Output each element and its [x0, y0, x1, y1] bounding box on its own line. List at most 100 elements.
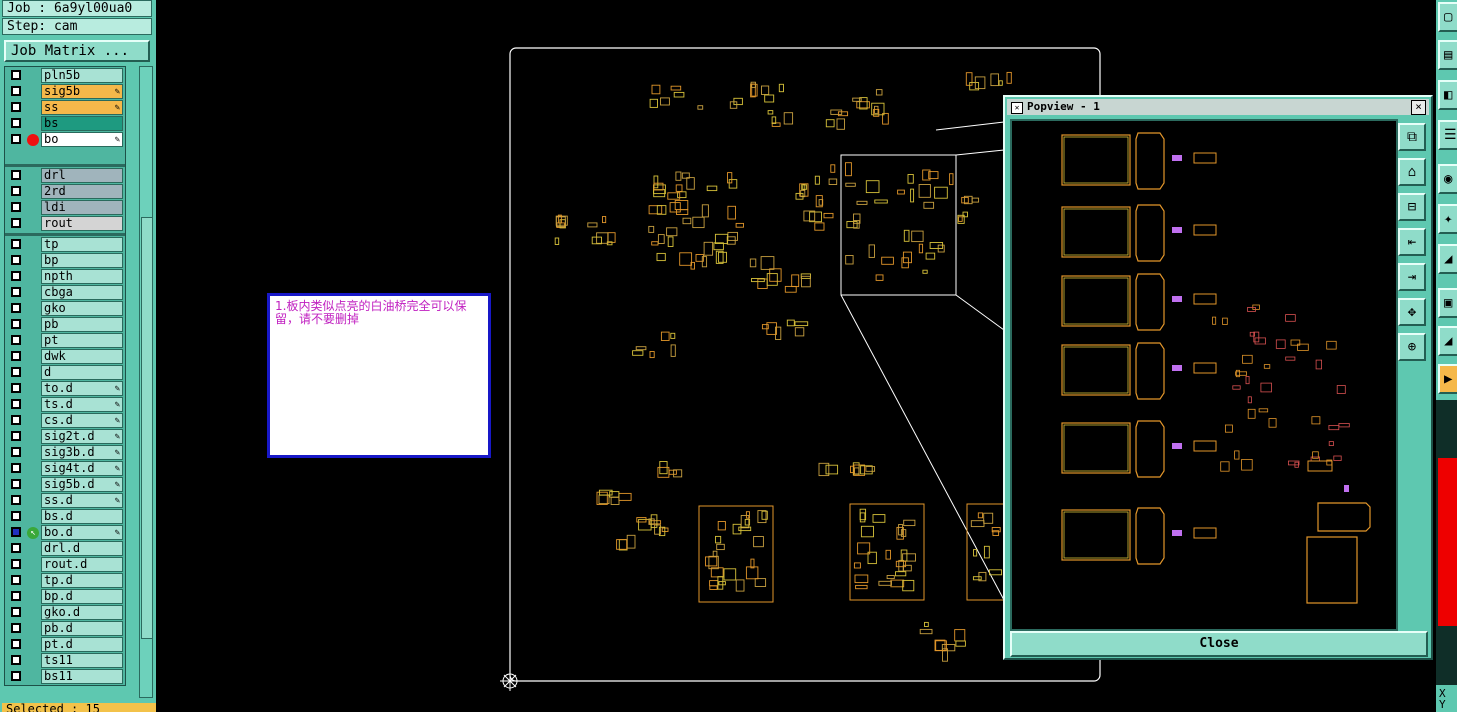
- layer-row-pln5b[interactable]: pln5b: [5, 68, 125, 84]
- layer-name[interactable]: tp.d: [41, 573, 123, 588]
- layer-row-drl-d[interactable]: drl.d: [5, 541, 125, 557]
- layer-row-dwk[interactable]: dwk: [5, 349, 125, 365]
- close-button[interactable]: Close: [1010, 631, 1428, 657]
- layer-row-pt[interactable]: pt: [5, 333, 125, 349]
- pan-down-icon[interactable]: ⊟: [1398, 193, 1426, 221]
- layer-checkbox[interactable]: [11, 463, 21, 473]
- layer-row-cs-d[interactable]: cs.d ✎: [5, 413, 125, 429]
- layer-checkbox[interactable]: [11, 102, 21, 112]
- layer-checkbox[interactable]: [11, 431, 21, 441]
- layer-row-bo-d[interactable]: ↖ bo.d ✎: [5, 525, 125, 541]
- tool-button-8[interactable]: ▣: [1438, 288, 1457, 318]
- layer-name[interactable]: ss.d ✎: [41, 493, 123, 508]
- layer-checkbox[interactable]: [11, 271, 21, 281]
- tool-button-2[interactable]: ▤: [1438, 40, 1457, 70]
- layer-row-bp[interactable]: bp: [5, 253, 125, 269]
- layer-name[interactable]: gko.d: [41, 605, 123, 620]
- layer-name[interactable]: sig5b.d ✎: [41, 477, 123, 492]
- layer-name[interactable]: cs.d ✎: [41, 413, 123, 428]
- layer-name[interactable]: ts.d ✎: [41, 397, 123, 412]
- pan-up-icon[interactable]: ⌂: [1398, 158, 1426, 186]
- layer-name[interactable]: bo.d ✎: [41, 525, 123, 540]
- layer-row-tp-d[interactable]: tp.d: [5, 573, 125, 589]
- layer-checkbox[interactable]: [11, 287, 21, 297]
- layer-name[interactable]: tp: [41, 237, 123, 252]
- layer-checkbox[interactable]: [11, 399, 21, 409]
- layer-name[interactable]: bp.d: [41, 589, 123, 604]
- popview-titlebar[interactable]: ✕ Popview - 1 ×: [1007, 99, 1429, 115]
- layer-name[interactable]: bs11: [41, 669, 123, 684]
- layer-name[interactable]: dwk: [41, 349, 123, 364]
- layer-row-gko-d[interactable]: gko.d: [5, 605, 125, 621]
- layer-name[interactable]: rout: [41, 216, 123, 231]
- layer-row-rout[interactable]: rout: [5, 216, 125, 232]
- layer-name[interactable]: sig4t.d ✎: [41, 461, 123, 476]
- layer-checkbox[interactable]: [11, 186, 21, 196]
- tool-button-1[interactable]: ▢: [1438, 2, 1457, 32]
- layer-name[interactable]: 2rd: [41, 184, 123, 199]
- layer-checkbox[interactable]: [11, 511, 21, 521]
- layer-name[interactable]: pt.d: [41, 637, 123, 652]
- layer-checkbox[interactable]: [11, 575, 21, 585]
- layer-row-sig4t-d[interactable]: sig4t.d ✎: [5, 461, 125, 477]
- layer-name[interactable]: pt: [41, 333, 123, 348]
- layer-checkbox[interactable]: [11, 415, 21, 425]
- layer-name[interactable]: sig3b.d ✎: [41, 445, 123, 460]
- pan-left-icon[interactable]: ⇤: [1398, 228, 1426, 256]
- layer-checkbox[interactable]: [11, 671, 21, 681]
- layer-checkbox[interactable]: [11, 134, 21, 144]
- layer-checkbox[interactable]: [11, 202, 21, 212]
- layer-checkbox[interactable]: [11, 639, 21, 649]
- layer-checkbox[interactable]: [11, 335, 21, 345]
- layer-row-sig3b-d[interactable]: sig3b.d ✎: [5, 445, 125, 461]
- layer-checkbox[interactable]: [11, 479, 21, 489]
- layer-checkbox[interactable]: [11, 170, 21, 180]
- layer-checkbox[interactable]: [11, 118, 21, 128]
- layer-checkbox[interactable]: [11, 255, 21, 265]
- layer-row-pb-d[interactable]: pb.d: [5, 621, 125, 637]
- layer-checkbox[interactable]: [11, 70, 21, 80]
- layer-row-sig2t-d[interactable]: sig2t.d ✎: [5, 429, 125, 445]
- window-menu-icon[interactable]: ✕: [1011, 102, 1023, 114]
- tool-button-5[interactable]: ◉: [1438, 164, 1457, 194]
- zoom-home-icon[interactable]: ⧉: [1398, 123, 1426, 151]
- layer-name[interactable]: ldi: [41, 200, 123, 215]
- layer-name[interactable]: pln5b: [41, 68, 123, 83]
- layer-row-bo[interactable]: bo ✎: [5, 132, 125, 148]
- layer-name[interactable]: bs.d: [41, 509, 123, 524]
- layer-name[interactable]: d: [41, 365, 123, 380]
- layer-row-d[interactable]: d: [5, 365, 125, 381]
- layer-checkbox[interactable]: [11, 559, 21, 569]
- layer-checkbox[interactable]: [11, 86, 21, 96]
- layer-row-rout-d[interactable]: rout.d: [5, 557, 125, 573]
- layer-checkbox[interactable]: [11, 239, 21, 249]
- layer-row-to-d[interactable]: to.d ✎: [5, 381, 125, 397]
- layer-row-sig5b[interactable]: sig5b ✎: [5, 84, 125, 100]
- layer-list-scrollbar[interactable]: [139, 66, 153, 698]
- tool-button-10[interactable]: ▶: [1438, 364, 1457, 394]
- layer-row-2rd[interactable]: 2rd: [5, 184, 125, 200]
- layer-row-pt-d[interactable]: pt.d: [5, 637, 125, 653]
- layer-name[interactable]: npth: [41, 269, 123, 284]
- work-layer-icon[interactable]: ↖: [27, 527, 39, 539]
- note-box[interactable]: 1.板内类似点亮的白油桥完全可以保留，请不要删掉: [267, 293, 491, 458]
- zoom-center-icon[interactable]: ⊕: [1398, 333, 1426, 361]
- layer-checkbox[interactable]: [11, 319, 21, 329]
- layer-row-bs-d[interactable]: bs.d: [5, 509, 125, 525]
- close-icon[interactable]: ×: [1411, 100, 1426, 115]
- layer-name[interactable]: ss ✎: [41, 100, 123, 115]
- layer-row-ldi[interactable]: ldi: [5, 200, 125, 216]
- layer-checkbox[interactable]: [11, 623, 21, 633]
- layer-checkbox[interactable]: [11, 367, 21, 377]
- layer-name[interactable]: sig5b ✎: [41, 84, 123, 99]
- layer-row-tp[interactable]: tp: [5, 237, 125, 253]
- layer-checkbox[interactable]: [11, 607, 21, 617]
- layer-row-bs11[interactable]: bs11: [5, 669, 125, 685]
- layer-row-gko[interactable]: gko: [5, 301, 125, 317]
- layer-name[interactable]: pb.d: [41, 621, 123, 636]
- tool-button-4[interactable]: ☰: [1438, 120, 1457, 150]
- layer-name[interactable]: drl: [41, 168, 123, 183]
- tool-button-6[interactable]: ✦: [1438, 204, 1457, 234]
- layer-row-ss[interactable]: ss ✎: [5, 100, 125, 116]
- layer-row-ss-d[interactable]: ss.d ✎: [5, 493, 125, 509]
